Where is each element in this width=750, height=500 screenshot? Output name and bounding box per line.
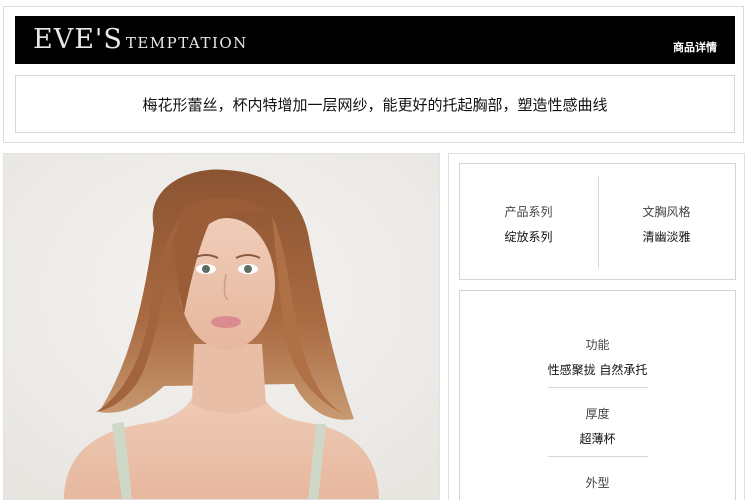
feature-thickness-label: 厚度: [585, 407, 610, 421]
feature-thickness-value: 超薄杯: [579, 432, 616, 446]
bra-style: 文胸风格 清幽淡雅: [598, 164, 735, 279]
product-details-label: 商品详情: [673, 41, 717, 54]
feature-shape: 外型 U型: [460, 474, 735, 500]
tagline-box: 梅花形蕾丝，杯内特增加一层网纱，能更好的托起胸部，塑造性感曲线: [15, 75, 735, 133]
feature-thickness: 厚度 超薄杯: [460, 405, 735, 447]
feature-card: 功能 性感聚拢 自然承托 厚度 超薄杯 外型 U型: [459, 290, 736, 500]
model-photo: [3, 153, 440, 500]
logo-main-text: EVE'S: [33, 24, 123, 55]
product-series: 产品系列 绽放系列: [460, 164, 597, 279]
brand-logo[interactable]: EVE'S TEMPTATION: [33, 24, 248, 55]
feature-function-label: 功能: [585, 338, 610, 352]
product-tagline: 梅花形蕾丝，杯内特增加一层网纱，能更好的托起胸部，塑造性感曲线: [142, 95, 608, 114]
feature-function-value: 性感聚拢 自然承托: [547, 363, 648, 377]
model-photo-illustration: [4, 154, 439, 499]
feature-shape-label: 外型: [585, 476, 610, 490]
product-series-label: 产品系列: [504, 205, 553, 219]
product-attributes-panel: 产品系列 绽放系列 文胸风格 清幽淡雅 功能 性感聚拢 自然承托 厚度 超薄杯 …: [448, 153, 745, 500]
feature-divider: [548, 456, 648, 457]
logo-sub-text: TEMPTATION: [125, 34, 248, 52]
feature-function: 功能 性感聚拢 自然承托: [460, 336, 735, 378]
feature-divider: [548, 387, 648, 388]
bra-style-label: 文胸风格: [642, 205, 691, 219]
brand-bar: EVE'S TEMPTATION 商品详情: [15, 16, 735, 64]
bra-style-value: 清幽淡雅: [642, 230, 691, 244]
product-series-value: 绽放系列: [504, 230, 553, 244]
series-style-card: 产品系列 绽放系列 文胸风格 清幽淡雅: [459, 163, 736, 280]
header-card: EVE'S TEMPTATION 商品详情 梅花形蕾丝，杯内特增加一层网纱，能更好…: [3, 6, 744, 143]
